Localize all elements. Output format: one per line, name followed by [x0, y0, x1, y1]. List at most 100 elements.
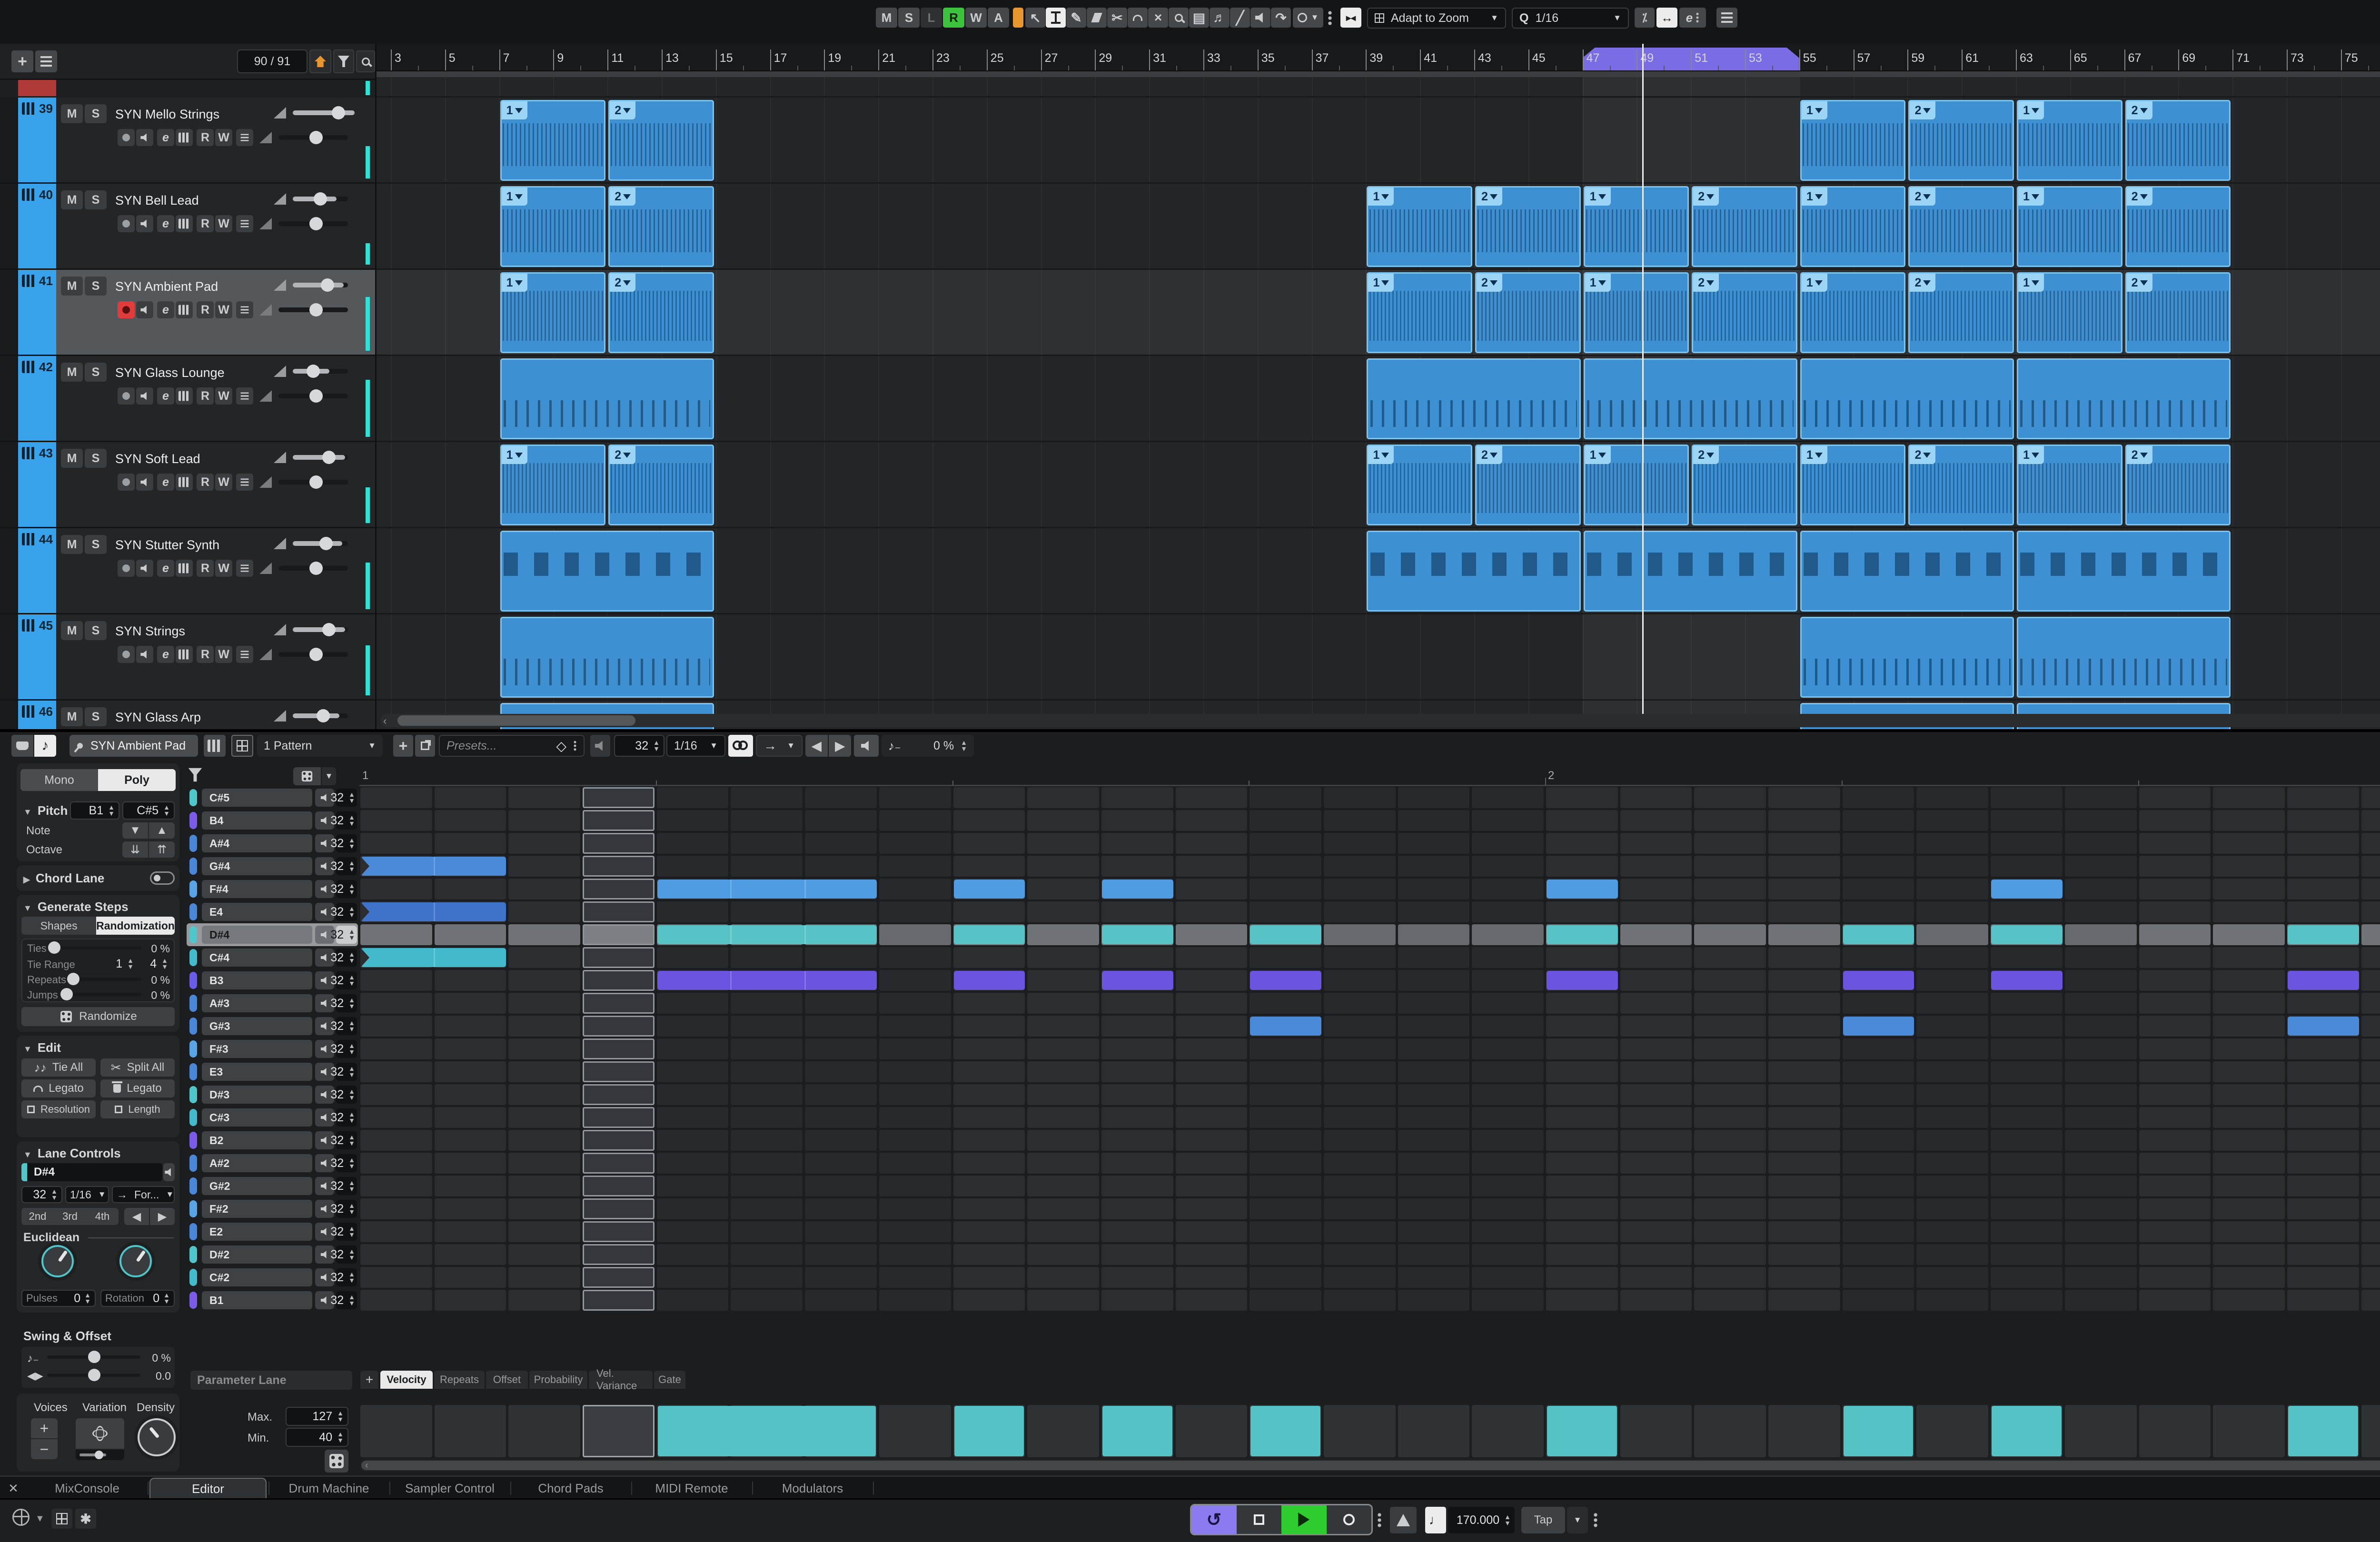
write-automation-button[interactable]: W	[215, 646, 232, 663]
mute-button[interactable]: M	[61, 363, 83, 382]
lane-name[interactable]: B4	[202, 811, 312, 830]
step-cell[interactable]	[1250, 1244, 1321, 1265]
automation-r-button[interactable]: R	[943, 8, 964, 28]
pattern-ruler[interactable]: 12	[359, 765, 2380, 786]
step-cell[interactable]	[1768, 787, 1840, 808]
step-cell[interactable]	[2361, 1244, 2380, 1265]
pulses-knob[interactable]	[41, 1245, 74, 1277]
step-cell[interactable]	[360, 1176, 432, 1196]
color-tool[interactable]	[1013, 8, 1023, 28]
instrument-button[interactable]	[176, 215, 193, 232]
step-cell[interactable]	[1250, 1061, 1321, 1082]
step-cell[interactable]	[2287, 1198, 2359, 1219]
step-cell[interactable]	[731, 1107, 803, 1128]
step-cell[interactable]	[1027, 1038, 1099, 1059]
volume-knob[interactable]	[307, 365, 320, 378]
randomize-velocity-button[interactable]	[325, 1450, 348, 1473]
step-cell[interactable]	[2065, 947, 2137, 968]
step-cell[interactable]	[1176, 1130, 1248, 1151]
record-arm-button[interactable]	[118, 560, 135, 577]
step-cell[interactable]	[953, 833, 1025, 854]
step-cell[interactable]	[1843, 1153, 1914, 1174]
volume-knob[interactable]	[332, 106, 345, 119]
step-note[interactable]	[1102, 971, 1173, 990]
track-row[interactable]: 40MSSYN Bell LeadeRW	[0, 184, 375, 270]
step-cell[interactable]	[1398, 901, 1470, 922]
lane-name[interactable]: E3	[202, 1063, 312, 1081]
step-cell[interactable]	[1991, 810, 2063, 831]
step-cell[interactable]	[1250, 1176, 1321, 1196]
step-cell[interactable]	[1546, 1290, 1618, 1311]
step-cell[interactable]	[1916, 1061, 1988, 1082]
edit-channel-button[interactable]: e	[157, 387, 174, 405]
step-cell[interactable]	[508, 1290, 580, 1311]
step-cell[interactable]	[1916, 1176, 1988, 1196]
step-cell[interactable]	[435, 1244, 506, 1265]
comp-tool[interactable]: ▤	[1189, 8, 1209, 28]
lane-display-button[interactable]	[236, 560, 253, 577]
velocity-bar[interactable]	[954, 1406, 1024, 1456]
step-cell[interactable]	[1991, 1221, 2063, 1242]
step-note[interactable]	[657, 925, 877, 944]
step-cell[interactable]	[1176, 947, 1248, 968]
second-fader[interactable]	[259, 214, 364, 233]
step-cell[interactable]	[2213, 1016, 2285, 1037]
step-cell[interactable]	[1398, 1290, 1470, 1311]
pattern-chip[interactable]: 1	[502, 101, 527, 119]
step-cell[interactable]	[2361, 787, 2380, 808]
midi-clip[interactable]: 2	[608, 100, 714, 181]
step-cell[interactable]	[1472, 947, 1544, 968]
step-cell[interactable]	[435, 787, 506, 808]
step-cell[interactable]	[1620, 1016, 1692, 1037]
step-cell[interactable]	[583, 1176, 654, 1196]
step-cell[interactable]	[1916, 1221, 1988, 1242]
step-cell[interactable]	[583, 947, 654, 968]
step-cell[interactable]	[731, 1016, 803, 1037]
read-automation-button[interactable]: R	[197, 301, 214, 318]
step-cell[interactable]	[1250, 947, 1321, 968]
volume-knob[interactable]	[321, 278, 334, 292]
step-cell[interactable]	[1694, 901, 1766, 922]
step-cell[interactable]	[1472, 1084, 1544, 1105]
monitor-button[interactable]	[136, 387, 153, 405]
step-cell[interactable]	[1027, 1130, 1099, 1151]
step-cell[interactable]	[1991, 947, 2063, 968]
step-cell[interactable]	[1176, 810, 1248, 831]
step-cell[interactable]	[1027, 1107, 1099, 1128]
step-cell[interactable]	[1546, 1267, 1618, 1288]
poly-button[interactable]: Poly	[98, 769, 176, 791]
step-cell[interactable]	[583, 993, 654, 1014]
step-cell[interactable]	[879, 1290, 951, 1311]
velocity-cell[interactable]	[360, 1405, 432, 1457]
step-cell[interactable]	[2139, 1107, 2211, 1128]
step-cell[interactable]	[2139, 1290, 2211, 1311]
pattern-grid-icon[interactable]	[231, 735, 253, 757]
step-cell[interactable]	[2287, 1176, 2359, 1196]
step-cell[interactable]	[2139, 879, 2211, 900]
step-cell[interactable]	[953, 1290, 1025, 1311]
editor-hscrollbar[interactable]: ‹ ›	[359, 1459, 2380, 1472]
swing-control[interactable]: ♪₋0 %▲▼	[882, 735, 974, 757]
step-cell[interactable]	[1027, 833, 1099, 854]
audition-tool[interactable]	[1250, 8, 1270, 28]
step-note[interactable]	[1843, 1017, 1914, 1036]
pattern-chip[interactable]: 1	[1585, 274, 1611, 292]
step-note[interactable]	[657, 880, 877, 899]
step-cell[interactable]	[1027, 1290, 1099, 1311]
step-cell[interactable]	[2139, 1267, 2211, 1288]
step-cell[interactable]	[1472, 970, 1544, 991]
step-cell[interactable]	[805, 833, 877, 854]
step-note[interactable]	[2288, 925, 2359, 944]
monitor-button[interactable]	[136, 474, 153, 491]
step-cell[interactable]	[2361, 970, 2380, 991]
solo-button[interactable]: S	[85, 277, 107, 296]
track-visibility-icon[interactable]	[309, 49, 331, 73]
lane-step-count[interactable]: 32▲▼	[336, 1291, 357, 1309]
step-cell[interactable]	[1620, 787, 1692, 808]
instrument-button[interactable]	[176, 560, 193, 577]
record-button[interactable]	[1327, 1505, 1372, 1534]
midi-clip[interactable]: 2	[2125, 272, 2231, 353]
step-cell[interactable]	[1027, 1176, 1099, 1196]
step-cell[interactable]	[508, 1221, 580, 1242]
step-cell[interactable]	[1324, 993, 1396, 1014]
